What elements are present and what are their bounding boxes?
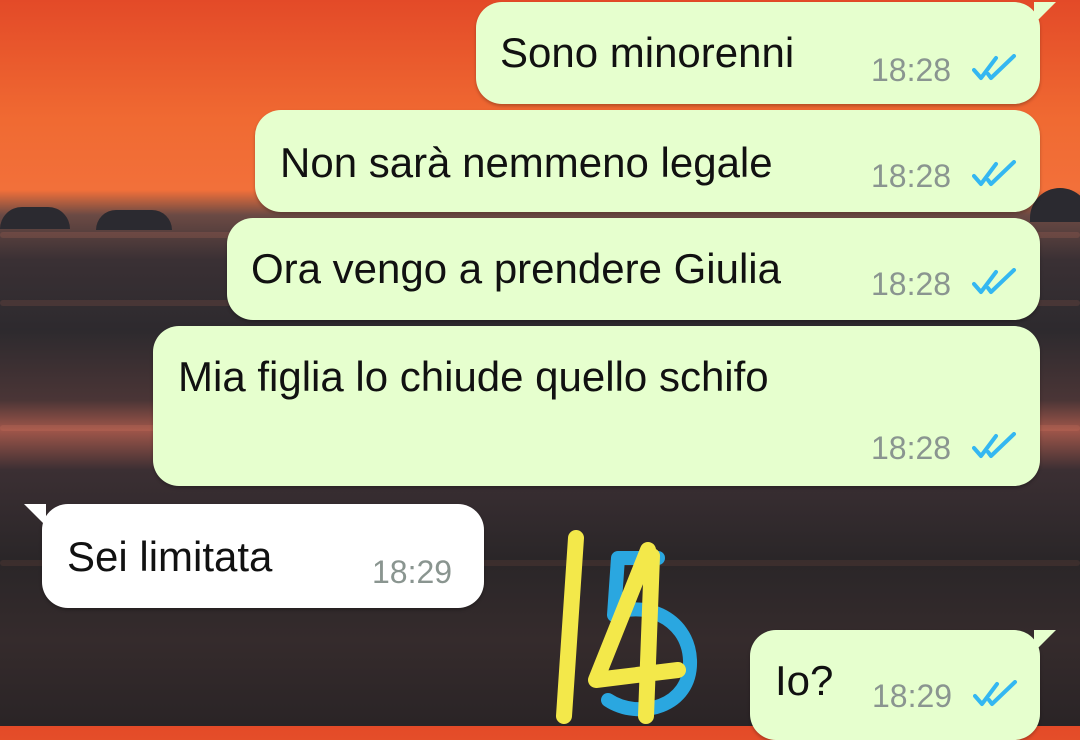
bubble-tail — [24, 504, 46, 526]
double-check-read-icon — [973, 680, 1017, 706]
message-text: Io? — [775, 657, 834, 704]
bubble-tail — [1034, 2, 1056, 24]
double-check-read-icon — [972, 160, 1016, 186]
message-time: 18:28 — [871, 266, 952, 302]
message-time: 18:28 — [871, 52, 952, 88]
double-check-read-icon — [972, 268, 1016, 294]
message-text: Sei limitata — [67, 533, 273, 580]
outgoing-message-bubble[interactable]: Io? 18:29 — [750, 630, 1056, 740]
outgoing-message-bubble[interactable]: Sono minorenni 18:28 — [476, 2, 1056, 104]
message-text: Sono minorenni — [500, 29, 795, 76]
island-silhouette — [96, 210, 172, 230]
message-time: 18:28 — [871, 158, 952, 194]
outgoing-message-bubble[interactable]: Mia figlia lo chiude quello schifo 18:28 — [153, 326, 1040, 486]
message-time: 18:29 — [872, 678, 953, 714]
message-text: Non sarà nemmeno legale — [280, 139, 773, 186]
message-time: 18:28 — [871, 430, 952, 466]
message-time: 18:29 — [372, 554, 453, 590]
incoming-message-bubble[interactable]: Sei limitata 18:29 — [24, 504, 484, 608]
message-text: Ora vengo a prendere Giulia — [251, 245, 781, 292]
handwritten-annotation — [556, 530, 698, 724]
outgoing-message-bubble[interactable]: Ora vengo a prendere Giulia 18:28 — [227, 218, 1040, 320]
double-check-read-icon — [972, 432, 1016, 458]
message-text: Mia figlia lo chiude quello schifo — [178, 353, 769, 400]
double-check-read-icon — [972, 54, 1016, 80]
outgoing-message-bubble[interactable]: Non sarà nemmeno legale 18:28 — [255, 110, 1040, 212]
island-silhouette — [0, 207, 70, 229]
bubble-tail — [1034, 630, 1056, 652]
